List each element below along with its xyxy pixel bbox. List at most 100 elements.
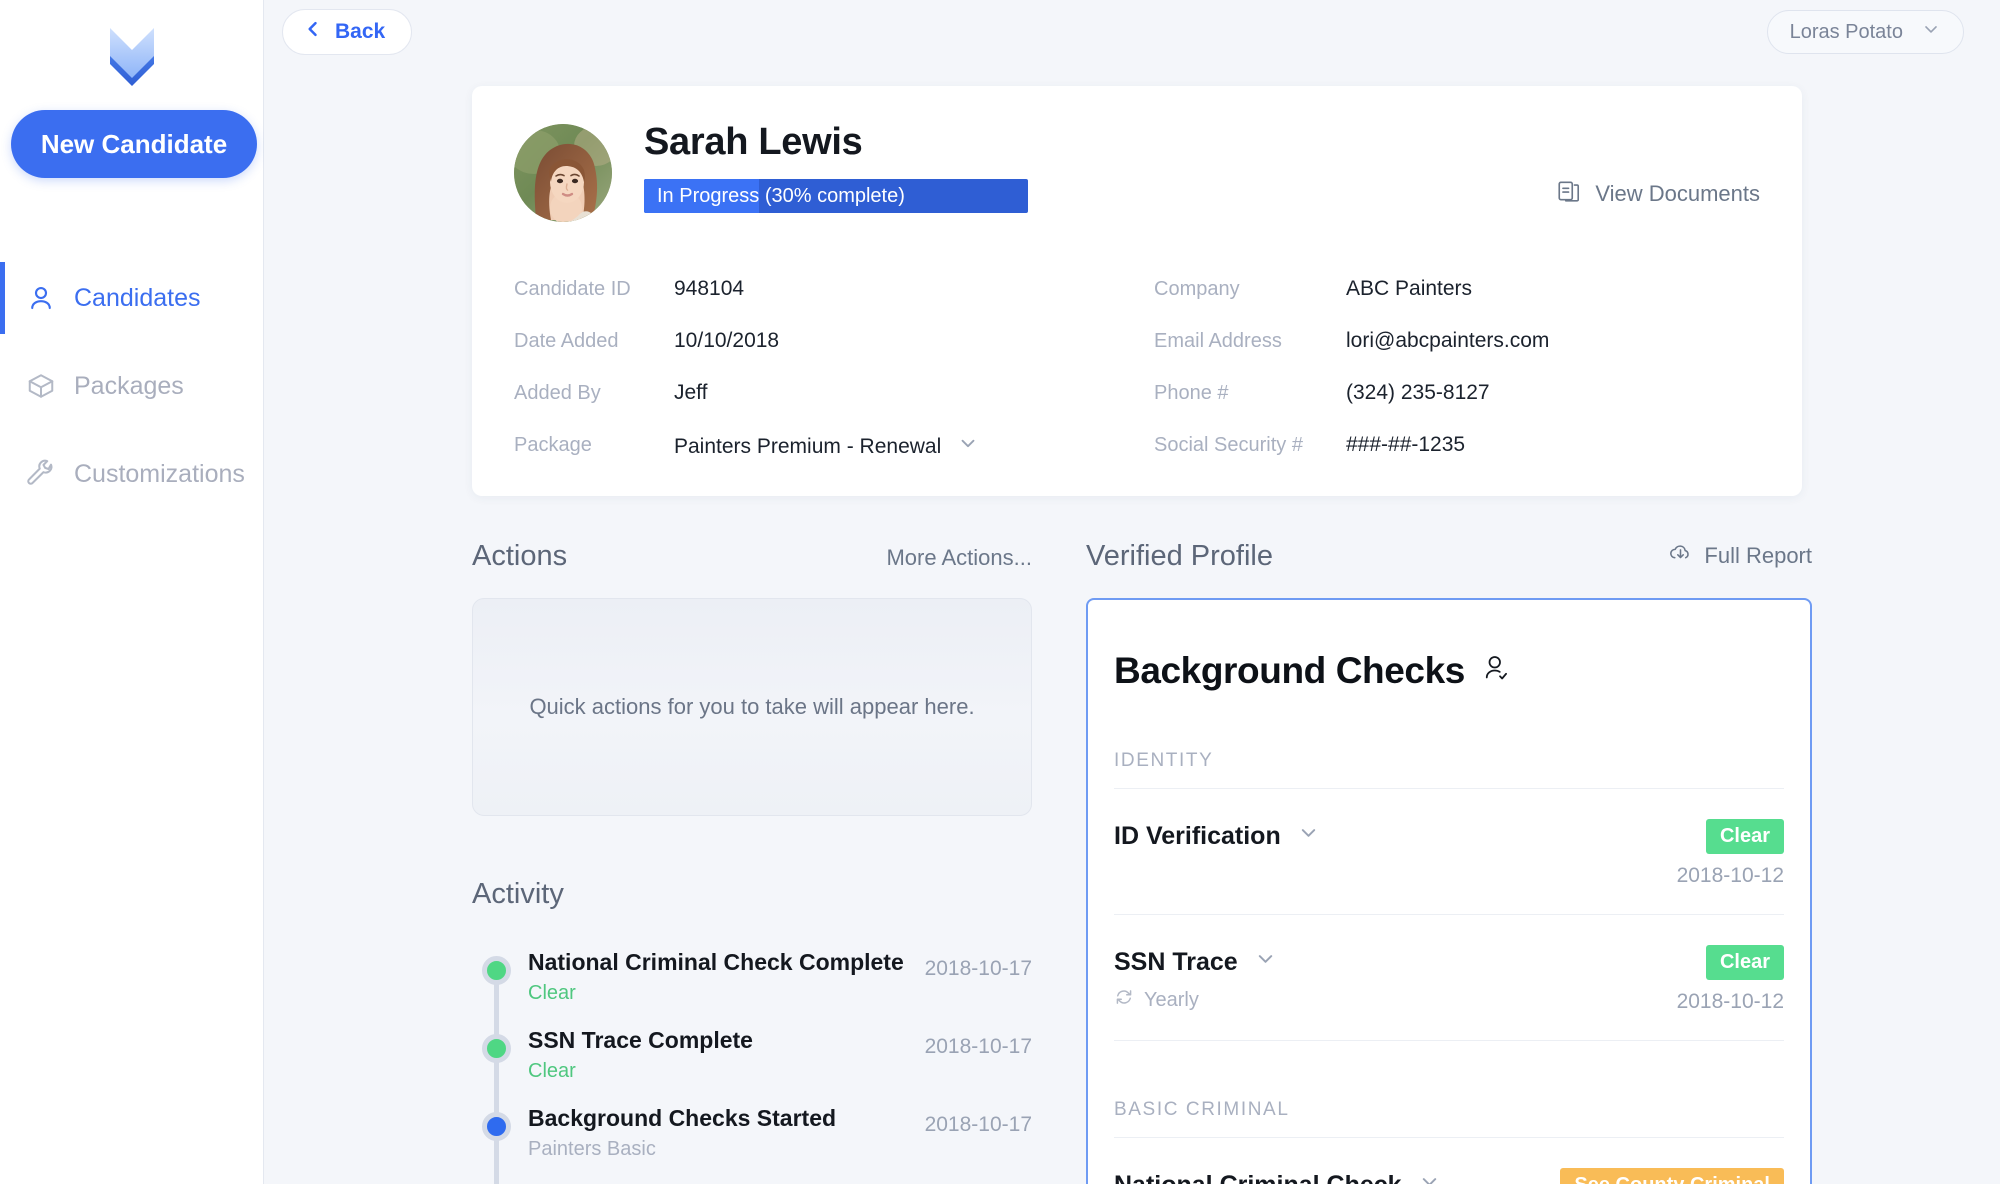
view-documents-label: View Documents bbox=[1595, 181, 1760, 206]
background-checks-title-text: Background Checks bbox=[1114, 650, 1465, 691]
group-label-basic-criminal: BASIC CRIMINAL bbox=[1114, 1041, 1784, 1138]
sidebar-item-label: Customizations bbox=[74, 459, 245, 488]
actions-empty-text: Quick actions for you to take will appea… bbox=[529, 694, 975, 719]
check-frequency-text: Yearly bbox=[1144, 988, 1199, 1011]
detail-label: Package bbox=[514, 434, 592, 456]
activity-date: 2018-10-17 bbox=[925, 1178, 1032, 1184]
status-badge[interactable]: Clear bbox=[1705, 819, 1784, 854]
check-name-toggle[interactable]: SSN Trace bbox=[1114, 947, 1277, 977]
candidate-id-value: 948104 bbox=[674, 277, 745, 300]
activity-subtitle: Clear bbox=[528, 981, 576, 1004]
user-icon bbox=[22, 279, 60, 317]
added-by-value: Jeff bbox=[674, 381, 708, 404]
list-item[interactable]: Sarah finished the application 2018-10-1… bbox=[472, 1178, 1032, 1184]
timeline-dot-icon bbox=[482, 956, 511, 985]
sidebar-item-packages[interactable]: Packages bbox=[0, 342, 263, 430]
package-dropdown[interactable]: Painters Premium - Renewal bbox=[674, 432, 979, 461]
list-item[interactable]: National Criminal Check Complete Clear 2… bbox=[472, 944, 1032, 1022]
logo bbox=[0, 0, 263, 100]
check-date: 2018-10-12 bbox=[1676, 864, 1784, 887]
activity-title-text: National Criminal Check Complete bbox=[528, 949, 904, 975]
detail-label: Candidate ID bbox=[514, 278, 631, 300]
activity-title: Activity bbox=[472, 878, 564, 910]
detail-values: ABC Painters lori@abcpainters.com (324) … bbox=[1346, 276, 1549, 458]
table-row[interactable]: National Criminal Check bbox=[1114, 1138, 1784, 1184]
activity-body: Sarah finished the application bbox=[528, 1178, 911, 1184]
check-info: SSN Trace Yearly bbox=[1114, 945, 1277, 1013]
candidate-card: Sarah Lewis In Progress (30% complete) V… bbox=[472, 86, 1802, 496]
status-badge: In Progress (30% complete) bbox=[657, 185, 905, 208]
timeline-dot-icon bbox=[482, 1112, 511, 1141]
verified-person-icon bbox=[1481, 650, 1511, 692]
candidate-identity: Sarah Lewis In Progress (30% complete) bbox=[644, 120, 1028, 214]
candidate-details: Candidate ID Date Added Added By Package… bbox=[514, 276, 1760, 458]
check-name-toggle[interactable]: ID Verification bbox=[1114, 821, 1320, 851]
detail-label: Company bbox=[1154, 278, 1240, 300]
activity-body: SSN Trace Complete Clear bbox=[528, 1022, 911, 1083]
main-area: Back Loras Potato Sarah Lewis In Progres… bbox=[264, 0, 2000, 1184]
activity-subtitle: Clear bbox=[528, 1059, 576, 1082]
sidebar-item-label: Packages bbox=[74, 371, 184, 400]
check-status: Clear 2018-10-12 bbox=[1677, 819, 1784, 888]
detail-label: Date Added bbox=[514, 330, 619, 352]
phone-value: (324) 235-8127 bbox=[1346, 381, 1490, 404]
ssn-value: ###-##-1235 bbox=[1346, 433, 1466, 456]
more-actions-link[interactable]: More Actions... bbox=[886, 545, 1032, 571]
sidebar-item-label: Candidates bbox=[74, 283, 201, 312]
table-row[interactable]: SSN Trace Yearly Clear 2018-10-12 bbox=[1114, 915, 1784, 1041]
cloud-download-icon bbox=[1668, 540, 1693, 571]
box-icon bbox=[22, 367, 60, 405]
check-name-toggle[interactable]: National Criminal Check bbox=[1114, 1170, 1441, 1184]
chevron-left-icon bbox=[303, 19, 323, 45]
chevron-down-icon bbox=[1297, 821, 1320, 851]
check-name-text: ID Verification bbox=[1114, 821, 1281, 850]
background-checks-card: Background Checks IDENTITY ID Verificati… bbox=[1086, 598, 1812, 1184]
table-row[interactable]: ID Verification Clear 2018-10-12 bbox=[1114, 789, 1784, 915]
verified-profile-header: Verified Profile Full Report bbox=[1086, 540, 1812, 580]
back-button[interactable]: Back bbox=[282, 9, 413, 55]
candidate-details-left: Candidate ID Date Added Added By Package… bbox=[514, 276, 1154, 458]
chevron-down-icon bbox=[1921, 19, 1941, 45]
company-value: ABC Painters bbox=[1346, 277, 1473, 300]
chevron-down-icon bbox=[1254, 947, 1277, 977]
activity-title-text: SSN Trace Complete bbox=[528, 1027, 753, 1053]
lower-panels: Actions More Actions... Quick actions fo… bbox=[472, 540, 1812, 1184]
shield-chevron-logo-icon bbox=[104, 24, 160, 90]
actions-and-activity-column: Actions More Actions... Quick actions fo… bbox=[472, 540, 1032, 1184]
detail-labels: Candidate ID Date Added Added By Package bbox=[514, 276, 674, 458]
actions-header: Actions More Actions... bbox=[472, 540, 1032, 580]
sidebar-item-customizations[interactable]: Customizations bbox=[0, 430, 263, 518]
date-added-value: 10/10/2018 bbox=[674, 329, 780, 352]
list-item[interactable]: Background Checks Started Painters Basic… bbox=[472, 1100, 1032, 1178]
status-badge[interactable]: See County Criminal bbox=[1560, 1168, 1784, 1184]
verified-profile-column: Verified Profile Full Report Background … bbox=[1086, 540, 1812, 1184]
activity-header: Activity bbox=[472, 878, 1032, 918]
sidebar-item-candidates[interactable]: Candidates bbox=[0, 254, 263, 342]
full-report-label: Full Report bbox=[1704, 542, 1812, 568]
back-label: Back bbox=[335, 20, 386, 43]
full-report-link[interactable]: Full Report bbox=[1668, 540, 1812, 571]
detail-values: 948104 10/10/2018 Jeff Painters Premium … bbox=[674, 276, 979, 458]
list-item[interactable]: SSN Trace Complete Clear 2018-10-17 bbox=[472, 1022, 1032, 1100]
activity-timeline: National Criminal Check Complete Clear 2… bbox=[472, 944, 1032, 1184]
new-candidate-button[interactable]: New Candidate bbox=[11, 110, 257, 178]
user-menu-label: Loras Potato bbox=[1789, 20, 1903, 43]
background-checks-title: Background Checks bbox=[1114, 600, 1784, 692]
check-info: National Criminal Check bbox=[1114, 1168, 1441, 1184]
user-menu[interactable]: Loras Potato bbox=[1766, 10, 1964, 54]
avatar bbox=[514, 124, 612, 222]
view-documents-link[interactable]: View Documents bbox=[1556, 178, 1760, 210]
activity-section: Activity National Criminal Check Complet… bbox=[472, 878, 1032, 1184]
wrench-icon bbox=[22, 455, 60, 493]
chevron-down-icon bbox=[957, 432, 979, 461]
detail-labels: Company Email Address Phone # Social Sec… bbox=[1154, 276, 1346, 458]
check-status: See County Criminal 2018-10-12 bbox=[1560, 1168, 1784, 1184]
status-badge[interactable]: Clear bbox=[1705, 945, 1784, 980]
activity-title-text: Background Checks Started bbox=[528, 1105, 837, 1131]
candidate-header: Sarah Lewis In Progress (30% complete) V… bbox=[514, 120, 1760, 222]
check-frequency: Yearly bbox=[1114, 987, 1277, 1013]
actions-title: Actions bbox=[472, 540, 568, 572]
app-root: New Candidate Candidates Packages Custom… bbox=[0, 0, 2000, 1184]
email-value: lori@abcpainters.com bbox=[1346, 329, 1550, 352]
detail-label: Social Security # bbox=[1154, 434, 1303, 456]
